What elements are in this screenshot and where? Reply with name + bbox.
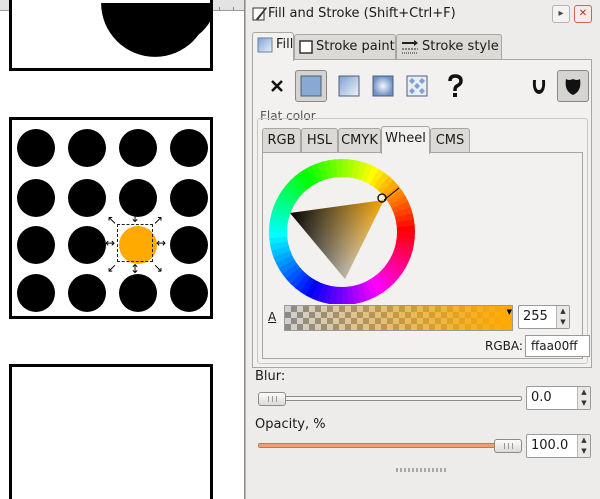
opacity-label: Opacity, %: [255, 417, 326, 432]
stroke-style-icon: [402, 39, 418, 53]
page-frame-bottom: [9, 364, 213, 499]
black-dot[interactable]: [170, 129, 208, 167]
rgba-label: RGBA:: [485, 339, 523, 353]
blur-slider-thumb[interactable]: [258, 392, 286, 406]
tab-stroke-paint[interactable]: Stroke paint: [294, 34, 396, 60]
paint-type-toolbar: [253, 70, 591, 104]
drawing-canvas[interactable]: 3 4 ↖ ↕ ↗ ↔ ↔ ↙ ↕ ↘: [0, 0, 244, 499]
tab-cmyk[interactable]: CMYK: [338, 128, 381, 153]
tab-label: Fill: [276, 37, 294, 52]
blur-value: 0.0: [531, 390, 552, 405]
no-paint-button[interactable]: [261, 70, 293, 102]
resize-grip[interactable]: [396, 468, 446, 472]
rgba-input[interactable]: ffaa00ff: [525, 335, 590, 357]
radial-gradient-button[interactable]: [367, 70, 399, 102]
fill-stroke-brush-icon: [252, 7, 267, 21]
alpha-label: A: [268, 310, 277, 324]
tab-cms[interactable]: CMS: [430, 128, 470, 153]
alpha-spinbox[interactable]: 255 ▲ ▼: [518, 305, 570, 329]
radial-gradient-icon: [372, 75, 394, 97]
black-dot[interactable]: [68, 274, 106, 312]
color-wheel[interactable]: [266, 156, 416, 304]
black-dot[interactable]: [68, 226, 106, 264]
spin-arrows-icon[interactable]: ▲ ▼: [556, 306, 569, 328]
black-dot[interactable]: [68, 179, 106, 217]
page-frame-top: [9, 0, 213, 71]
opacity-slider[interactable]: [258, 443, 522, 448]
tab-label: Stroke paint: [316, 39, 395, 54]
black-dot[interactable]: [17, 274, 55, 312]
pattern-button[interactable]: [401, 70, 433, 102]
resize-handle-e-icon[interactable]: ↔: [155, 237, 167, 249]
no-paint-icon: [271, 80, 283, 92]
blur-label: Blur:: [255, 369, 286, 384]
fill-rule-nonzero-icon: [565, 79, 581, 95]
resize-handle-ne-icon[interactable]: ↗: [152, 214, 164, 226]
wheel-color-panel: A ▼▲ 255 ▲▼ RGBA: ffaa00ff: [262, 152, 590, 359]
opacity-value: 100.0: [531, 438, 569, 453]
dialog-title-bar: Fill and Stroke (Shift+Ctrl+F) ▸ ✕: [246, 3, 600, 25]
resize-handle-w-icon[interactable]: ↔: [104, 237, 116, 249]
fill-rule-evenodd-icon: [532, 80, 546, 94]
dialog-title: Fill and Stroke (Shift+Ctrl+F): [268, 6, 456, 21]
black-dot[interactable]: [68, 129, 106, 167]
fill-rule-nonzero-button[interactable]: [557, 70, 589, 102]
close-button[interactable]: ✕: [574, 5, 592, 23]
linear-gradient-icon: [338, 75, 360, 97]
tab-label: Stroke style: [422, 39, 499, 54]
alpha-slider-marker-icon: ▼▲: [506, 308, 512, 316]
tab-wheel[interactable]: Wheel: [381, 126, 430, 154]
fill-and-stroke-dialog: Fill and Stroke (Shift+Ctrl+F) ▸ ✕ Fill …: [246, 0, 600, 499]
black-dot[interactable]: [170, 226, 208, 264]
black-dot[interactable]: [17, 129, 55, 167]
opacity-slider-thumb[interactable]: [494, 439, 522, 453]
flat-color-icon: [300, 75, 322, 97]
blur-slider[interactable]: [258, 396, 522, 401]
stroke-paint-icon: [299, 39, 313, 54]
tab-stroke-style[interactable]: Stroke style: [396, 34, 502, 60]
alpha-slider[interactable]: ▼▲: [284, 305, 513, 331]
close-icon: ✕: [578, 8, 588, 19]
opacity-spinbox[interactable]: 100.0 ▲ ▼: [526, 434, 591, 458]
flat-color-button[interactable]: [295, 70, 327, 102]
resize-handle-se-icon[interactable]: ↘: [152, 262, 164, 274]
tab-rgb[interactable]: RGB: [262, 128, 301, 153]
fill-rule-evenodd-button[interactable]: [523, 70, 555, 102]
blur-spinbox[interactable]: 0.0 ▲ ▼: [526, 386, 591, 410]
dock-button[interactable]: ▸: [552, 5, 570, 23]
resize-handle-sw-icon[interactable]: ↙: [106, 262, 118, 274]
linear-gradient-button[interactable]: [333, 70, 365, 102]
black-dot[interactable]: [119, 274, 157, 312]
pattern-icon: [406, 75, 428, 97]
resize-handle-nw-icon[interactable]: ↖: [106, 214, 118, 226]
fill-tab-panel: Flat color RGB HSL CMYK Wheel CMS A ▼ 25…: [252, 59, 592, 368]
unset-paint-icon: [448, 74, 463, 97]
spin-arrows-icon[interactable]: ▲ ▼: [577, 435, 590, 457]
half-circle-shape[interactable]: [11, 0, 211, 69]
black-dot[interactable]: [119, 129, 157, 167]
selection-bounding-box: [117, 224, 153, 262]
resize-handle-s-icon[interactable]: ↕: [129, 263, 141, 275]
resize-handle-n-icon[interactable]: ↕: [129, 212, 141, 224]
fill-swatch-icon: [257, 37, 273, 52]
spin-arrows-icon[interactable]: ▲ ▼: [577, 387, 590, 409]
alpha-value: 255: [523, 309, 548, 324]
unset-paint-button[interactable]: [439, 70, 471, 102]
black-dot[interactable]: [170, 179, 208, 217]
dock-icon: ▸: [558, 8, 564, 19]
black-dot[interactable]: [170, 274, 208, 312]
black-dot[interactable]: [17, 226, 55, 264]
black-dot[interactable]: [17, 179, 55, 217]
tab-hsl[interactable]: HSL: [301, 128, 338, 153]
tab-fill[interactable]: Fill: [252, 32, 294, 61]
